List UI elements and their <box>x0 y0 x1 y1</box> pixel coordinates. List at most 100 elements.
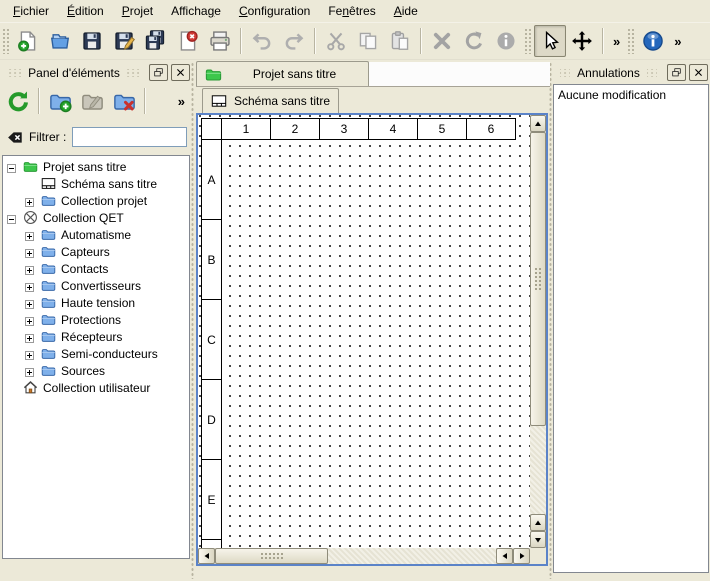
toolbar-drag-handle[interactable] <box>2 28 9 54</box>
horizontal-scrollbar-track[interactable] <box>328 548 496 564</box>
expander-plus-icon[interactable] <box>25 281 34 290</box>
filter-input[interactable] <box>72 127 187 147</box>
horizontal-scrollbar[interactable] <box>198 548 530 564</box>
tree-item[interactable]: Récepteurs <box>3 328 189 345</box>
scroll-up-button[interactable] <box>530 514 546 531</box>
scroll-right-button[interactable] <box>513 548 530 564</box>
delete-button[interactable] <box>426 25 458 57</box>
info-blue-icon <box>642 30 664 52</box>
reload-collections-button[interactable] <box>2 85 34 117</box>
tab-project[interactable]: Projet sans titre <box>196 61 369 86</box>
expander-minus-icon[interactable] <box>7 162 16 171</box>
float-button[interactable] <box>149 64 168 81</box>
qet-main-window: FichierÉditionProjetAffichageConfigurati… <box>0 0 710 581</box>
tree-item[interactable]: Collection QET <box>3 209 189 226</box>
expander-minus-icon[interactable] <box>7 213 16 222</box>
tree-item-label: Collection QET <box>43 211 124 225</box>
diagram-column-header: 2 <box>270 118 320 140</box>
redo-button[interactable] <box>278 25 310 57</box>
undo-history-list[interactable]: Aucune modification <box>553 84 709 573</box>
paste-button[interactable] <box>384 25 416 57</box>
tree-item-label: Récepteurs <box>61 330 122 344</box>
save-button[interactable] <box>76 25 108 57</box>
expander-plus-icon[interactable] <box>25 366 34 375</box>
float-button[interactable] <box>667 64 686 81</box>
close-button[interactable] <box>171 64 190 81</box>
tree-item[interactable]: Automatisme <box>3 226 189 243</box>
undo-icon <box>251 30 273 52</box>
close-button[interactable] <box>689 64 708 81</box>
toolbar-separator <box>420 28 422 54</box>
new-category-button[interactable] <box>44 85 76 117</box>
open-document-button[interactable] <box>44 25 76 57</box>
delete-category-button[interactable] <box>108 85 140 117</box>
tab-schema[interactable]: Schéma sans titre <box>202 88 339 113</box>
diagram-canvas[interactable]: 123456 ABCDE <box>198 115 530 548</box>
main-toolbar: » » <box>0 23 710 60</box>
toolbar-drag-handle[interactable] <box>524 28 531 54</box>
menu-projet[interactable]: Projet <box>113 1 162 21</box>
menu-affichage[interactable]: Affichage <box>162 1 230 21</box>
vertical-scrollbar[interactable] <box>530 115 546 548</box>
expander-plus-icon[interactable] <box>25 230 34 239</box>
thumb-grip <box>534 267 543 291</box>
save-all-button[interactable] <box>140 25 172 57</box>
tree-item[interactable]: Contacts <box>3 260 189 277</box>
tree-item[interactable]: Convertisseurs <box>3 277 189 294</box>
close-document-button[interactable] <box>172 25 204 57</box>
expander-plus-icon[interactable] <box>25 349 34 358</box>
tree-item[interactable]: Projet sans titre <box>3 158 189 175</box>
tree-item[interactable]: Capteurs <box>3 243 189 260</box>
toolbar-overflow-button[interactable]: » <box>608 34 625 49</box>
scroll-left-button[interactable] <box>198 548 215 564</box>
selection-mode-button[interactable] <box>534 25 566 57</box>
tree-item[interactable]: Semi-conducteurs <box>3 345 189 362</box>
clear-filter-icon[interactable] <box>6 129 23 146</box>
tree-item[interactable]: Collection projet <box>3 192 189 209</box>
menu-configuration[interactable]: Configuration <box>230 1 319 21</box>
tree-item[interactable]: Collection utilisateur <box>3 379 189 396</box>
scroll-mode-button[interactable] <box>566 25 598 57</box>
expander-plus-icon[interactable] <box>25 196 34 205</box>
vertical-scrollbar-track[interactable] <box>530 426 546 514</box>
expander-plus-icon[interactable] <box>25 298 34 307</box>
menu-fenetres[interactable]: Fenêtres <box>319 1 384 21</box>
menu-edition[interactable]: Édition <box>58 1 113 21</box>
expander-plus-icon[interactable] <box>25 247 34 256</box>
folder-new-icon <box>49 90 72 113</box>
toolbar-overflow-button[interactable]: » <box>173 94 190 109</box>
toolbar-drag-handle[interactable] <box>627 28 634 54</box>
copy-button[interactable] <box>352 25 384 57</box>
expander-plus-icon[interactable] <box>25 315 34 324</box>
scroll-left-button[interactable] <box>496 548 513 564</box>
print-button[interactable] <box>204 25 236 57</box>
vertical-scrollbar-thumb[interactable] <box>530 132 546 426</box>
tree-item[interactable]: Sources <box>3 362 189 379</box>
left-splitter[interactable] <box>190 62 195 579</box>
menu-fichier[interactable]: Fichier <box>4 1 58 21</box>
scroll-down-button[interactable] <box>530 531 546 548</box>
titlebar-texture <box>560 69 570 77</box>
undo-button[interactable] <box>246 25 278 57</box>
diagram-row-headers: ABCDE <box>201 139 222 548</box>
scroll-up-button[interactable] <box>530 115 546 132</box>
new-document-button[interactable] <box>12 25 44 57</box>
folder-icon <box>40 363 56 379</box>
edit-category-button[interactable] <box>76 85 108 117</box>
undo-list-item[interactable]: Aucune modification <box>554 85 708 105</box>
tree-item[interactable]: Haute tension <box>3 294 189 311</box>
horizontal-scrollbar-thumb[interactable] <box>215 548 328 564</box>
tree-item[interactable]: Schéma sans titre <box>3 175 189 192</box>
cut-button[interactable] <box>320 25 352 57</box>
tree-item[interactable]: Protections <box>3 311 189 328</box>
rotate-button[interactable] <box>458 25 490 57</box>
toolbar-overflow-button[interactable]: » <box>669 34 686 49</box>
expander-plus-icon[interactable] <box>25 264 34 273</box>
menu-aide[interactable]: Aide <box>385 1 427 21</box>
diagram-column-header: 4 <box>368 118 418 140</box>
expander-plus-icon[interactable] <box>25 332 34 341</box>
save-as-button[interactable] <box>108 25 140 57</box>
tree-item-label: Collection utilisateur <box>43 381 150 395</box>
element-info-button[interactable] <box>490 25 522 57</box>
about-button[interactable] <box>637 25 669 57</box>
